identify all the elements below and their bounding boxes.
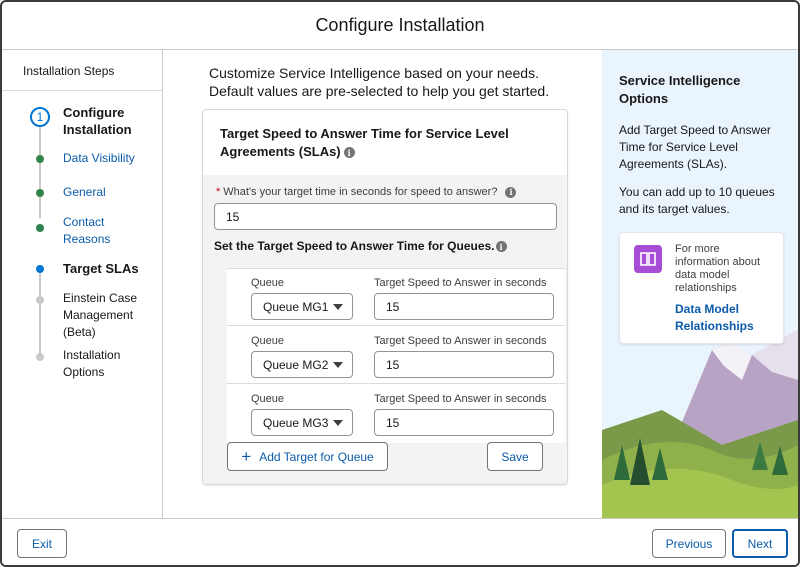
step-number-badge: 1 [30,107,50,127]
step-pending-dot [36,296,44,304]
queue-select-value: Queue MG2 [263,357,329,372]
target-label: Target Speed to Answer in seconds [374,393,547,405]
step-complete-dot [36,155,44,163]
info-icon[interactable]: i [495,241,507,253]
info-icon[interactable]: i [343,147,355,159]
next-label: Next [747,536,773,551]
help-resource-card: For more information about data model re… [619,232,784,344]
step-label: Data Visibility [63,151,135,165]
installation-steps-panel: Installation Steps 1 Configure Installat… [2,50,163,518]
target-seconds-input[interactable]: 15 [374,409,554,436]
queue-label: Queue [251,393,285,405]
step-current-dot [36,265,44,273]
queue-select-value: Queue MG3 [263,415,329,430]
page-title: Configure Installation [315,15,485,35]
queue-select[interactable]: Queue MG2 [251,351,353,378]
plus-icon: + [241,446,252,466]
step-label: Configure Installation [63,105,132,137]
target-seconds-input[interactable]: 15 [374,293,554,320]
footer-bar: Exit Previous Next [2,518,798,565]
next-button[interactable]: Next [732,529,788,558]
previous-label: Previous [665,536,713,551]
chevron-down-icon [333,304,343,310]
target-time-value: 15 [226,209,240,224]
target-seconds-input[interactable]: 15 [374,351,554,378]
step-label: Installation Options [63,348,121,379]
previous-button[interactable]: Previous [652,529,726,558]
queue-select-value: Queue MG1 [263,299,329,314]
chevron-down-icon [333,420,343,426]
help-card-text: For more information about data model re… [675,243,760,294]
installation-window: Configure Installation Installation Step… [0,0,800,567]
step-complete-dot [36,224,44,232]
exit-button[interactable]: Exit [17,529,67,558]
card-body: * What's your target time in seconds for … [203,175,567,484]
add-target-for-queue-button[interactable]: + Add Target for Queue [227,442,388,471]
step-label: General [63,185,106,199]
info-icon[interactable]: i [505,186,517,198]
step-connector-todo [39,270,41,360]
help-queue-limit: You can add up to 10 queues and its targ… [619,185,775,216]
queue-select[interactable]: Queue MG1 [251,293,353,320]
card-title-text: Target Speed to Answer Time for Service … [220,126,509,159]
help-title: Service Intelligence Options [619,73,741,106]
save-label: Save [501,449,529,464]
chevron-down-icon [333,362,343,368]
card-title: Target Speed to Answer Time for Service … [220,125,540,161]
exit-label: Exit [31,536,52,551]
step-label: Contact Reasons [63,215,111,246]
step-label: Einstein Case Management (Beta) [63,291,138,339]
save-button[interactable]: Save [487,442,543,471]
queue-label: Queue [251,277,285,289]
target-label: Target Speed to Answer in seconds [374,335,547,347]
required-marker: * [216,186,221,198]
queue-targets-list: Queue Target Speed to Answer in seconds … [227,268,565,443]
step-label: Target SLAs [63,261,139,276]
target-time-label-text: What's your target time in seconds for s… [223,186,498,198]
steps-heading: Installation Steps [23,64,115,78]
step-connector-done [39,122,41,218]
intro-text: Customize Service Intelligence based on … [209,65,550,99]
target-sla-card: Target Speed to Answer Time for Service … [202,109,568,485]
steps-divider [2,90,162,91]
data-model-relationships-link[interactable]: Data Model Relationships [675,301,775,335]
add-target-label: Add Target for Queue [259,449,374,464]
queue-row: Queue Target Speed to Answer in seconds … [227,269,565,326]
target-seconds-value: 15 [386,299,400,314]
queues-title: Set the Target Speed to Answer Time for … [214,239,507,253]
queue-row: Queue Target Speed to Answer in seconds … [227,385,565,442]
target-seconds-value: 15 [386,357,400,372]
queue-row: Queue Target Speed to Answer in seconds … [227,327,565,384]
target-time-input[interactable]: 15 [214,203,557,230]
help-description: Add Target Speed to Answer Time for Serv… [619,123,771,171]
step-pending-dot [36,353,44,361]
queue-label: Queue [251,335,285,347]
help-panel: Service Intelligence Options Add Target … [602,50,798,518]
target-seconds-value: 15 [386,415,400,430]
book-icon [634,245,662,273]
queue-select[interactable]: Queue MG3 [251,409,353,436]
step-complete-dot [36,189,44,197]
target-label: Target Speed to Answer in seconds [374,277,547,289]
target-time-label: * What's your target time in seconds for … [216,186,517,198]
queues-title-text: Set the Target Speed to Answer Time for … [214,239,495,253]
window-header: Configure Installation [2,2,798,50]
